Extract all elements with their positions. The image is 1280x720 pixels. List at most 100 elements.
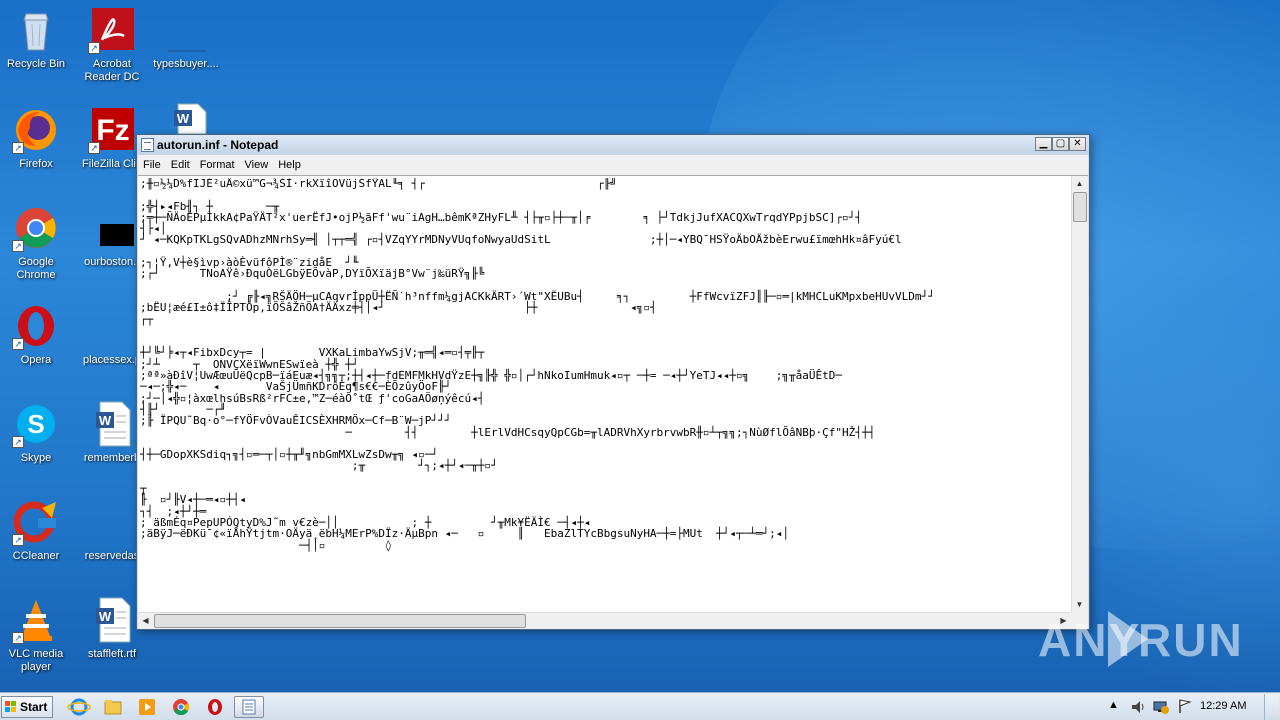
file-icon [162,6,210,54]
menu-format[interactable]: Format [195,156,240,174]
word-document-icon: W [88,400,136,448]
acrobat-reader-icon: ↗ [88,6,136,54]
desktop-icon-label: Acrobat Reader DC [84,58,140,83]
text-line: ;╥ ┘┐;◂┼┘◂─╥┼▫┘ [140,459,498,473]
show-desktop-button[interactable] [1264,694,1279,720]
vlc-icon: ↗ [12,596,60,644]
desktop: Recycle Bin ↗ Firefox ↗ Google Chrome ↗ … [0,0,1280,692]
text-line: ;╤┼─ÑÄoÉPµÌkkA¢PaŸÄT²x'uerËfJ•ojP½ãFf'wu… [140,210,862,224]
shortcut-arrow-icon: ↗ [12,240,24,252]
shortcut-arrow-icon: ↗ [12,338,24,350]
scroll-up-icon[interactable]: ▲ [1072,176,1087,191]
menu-file[interactable]: File [138,156,166,174]
text-line: ;äBÿJ─ëÐKü¯¢«ïÅhŸtjtm·OÄyä¸ëbH¼MErP%DÏz·… [140,527,790,541]
text-editor[interactable]: ;╫▫½¼D%fIJÉ²uÄ©xü™G¬¾ŠÌ·rkXïîOVüjŠfŸAL╙╕… [138,175,1088,629]
desktop-icon-ccleaner[interactable]: ↗ CCleaner [0,498,72,563]
minimize-button[interactable]: ▁ [1035,137,1052,151]
volume-icon[interactable] [1130,699,1146,715]
shortcut-arrow-icon: ↗ [12,534,24,546]
menu-bar: File Edit Format View Help [138,155,1088,175]
scroll-left-icon[interactable]: ◀ [138,613,153,628]
desktop-icon-acrobat[interactable]: ↗ Acrobat Reader DC [76,6,148,84]
taskbar-chrome[interactable] [168,696,194,718]
menu-edit[interactable]: Edit [166,156,195,174]
taskbar-notepad[interactable] [234,696,264,718]
text-line [140,189,1070,200]
chrome-icon: ↗ [12,204,60,252]
vertical-scrollbar[interactable]: ▲ ▼ [1071,176,1088,612]
filezilla-icon: Fz ↗ [88,106,136,154]
recycle-bin-icon [12,6,60,54]
chrome-icon [173,699,190,716]
close-button[interactable]: ✕ [1069,137,1086,151]
text-line [140,472,1070,483]
notepad-icon [242,699,256,715]
text-line: ;╟ ÏPQU˜Bq·o°─fYÖFvÒVauÊICSÈXHRMÖx─Cf─B¨… [140,414,452,428]
action-center-flag-icon[interactable] [1177,698,1193,714]
start-button[interactable]: Start [1,696,53,718]
text-line: ┘ ◂─KQKpTKLgSQvADhzMNrhSy═╢ │┬┬═╣ ┌▫┤VZq… [140,233,902,247]
taskbar-opera[interactable] [202,696,228,718]
title-bar[interactable]: autorun.inf - Notepad ▁ ▢ ✕ [137,135,1089,155]
maximize-button[interactable]: ▢ [1052,137,1069,151]
text-line: ;bËU¦æé£I±ô‡ÏÎPTÒp,ïÕŠâŽñÕA†ÄÄxz╪┤│◂┘ ├┼… [140,301,657,315]
watermark-text-right: RUN [1138,614,1244,666]
opera-icon [208,699,222,715]
notepad-icon [141,138,154,152]
windows-logo-icon [5,701,16,712]
text-line: ;┘─│◂╬▫¦àxœlhsúBsRß²rFC±e,™Z─éàÕ˚tŒ ƒ'co… [140,391,485,405]
desktop-icon-label: staffleft.rtf [87,648,137,660]
desktop-icon-label: CCleaner [12,550,60,562]
desktop-icon-recycle-bin[interactable]: Recycle Bin [0,6,72,71]
shortcut-arrow-icon: ↗ [12,632,24,644]
svg-text:W: W [99,413,112,428]
opera-icon: ↗ [12,302,60,350]
horizontal-scrollbar[interactable]: ◀ ▶ [138,612,1071,629]
menu-view[interactable]: View [240,156,274,174]
media-player-icon [139,699,155,715]
menu-help[interactable]: Help [273,156,306,174]
taskbar-internet-explorer[interactable] [66,696,92,718]
network-icon[interactable] [1152,698,1170,714]
desktop-icon-vlc[interactable]: ↗ VLC media player [0,596,72,674]
desktop-icon-skype[interactable]: S ↗ Skype [0,400,72,465]
horizontal-scroll-thumb[interactable] [154,614,526,628]
text-line: ┌┬ [140,312,154,326]
clock[interactable]: 12:29 AM [1200,700,1246,712]
text-line: ─┤│▫ ◊ [140,538,392,552]
desktop-icon-opera[interactable]: ↗ Opera [0,302,72,367]
word-document-icon: W [88,596,136,644]
text-content[interactable]: ;╫▫½¼D%fIJÉ²uÄ©xü™G¬¾ŠÌ·rkXïîOVüjŠfŸAL╙╕… [140,178,1070,608]
svg-text:W: W [99,609,112,624]
svg-text:W: W [177,111,190,126]
folder-icon [104,700,122,715]
text-line: ╟ ▫┘╟V◂┼─═◂▫┼┤◂ [140,493,246,507]
firefox-icon: ↗ [12,106,60,154]
desktop-icon-label: Skype [20,452,52,464]
desktop-icon-firefox[interactable]: ↗ Firefox [0,106,72,171]
desktop-icon-typesbuyer[interactable]: typesbuyer.... [150,6,222,71]
window-title: autorun.inf - Notepad [157,138,279,152]
text-line: ;┌┘ TNoAŸê›ÐquÒëLGbÿEÕvàP,DYïÕXïäjB°Vw¨j… [140,267,485,281]
notepad-window[interactable]: autorun.inf - Notepad ▁ ▢ ✕ File Edit Form… [136,134,1090,630]
taskbar-explorer[interactable] [100,696,126,718]
desktop-icon-label: Firefox [19,158,53,170]
text-line: ┬ [140,482,147,496]
file-icon [88,204,136,252]
skype-icon: S ↗ [12,400,60,448]
text-line [140,325,1070,336]
desktop-icon-label: VLC media player [8,648,64,673]
text-line: ─ ┤┤ ┼lErlVdHCsqyQpCGb=╥lADRVhXyrbrvwbR╫… [140,425,876,439]
taskbar-media-player[interactable] [134,696,160,718]
desktop-icon-label: Opera [20,354,52,366]
desktop-icon-label: Google Chrome [16,256,56,281]
desktop-icon-google-chrome[interactable]: ↗ Google Chrome [0,204,72,282]
show-hidden-icons-icon[interactable]: ▲ [1108,699,1119,711]
start-label: Start [20,700,48,714]
anyrun-watermark: ANY RUN [1038,605,1242,671]
desktop-icon-label: typesbuyer.... [153,58,219,70]
vertical-scroll-thumb[interactable] [1073,192,1087,222]
taskbar: Start ▲ 12:29 AM [0,692,1280,720]
svg-text:Fz: Fz [96,114,129,147]
text-line: ─◂─;╬◂─ ◂ VaŠjÜmñKDrôÈq¶s€€─ÈÕzûyÖoF╟┘ [140,380,452,394]
